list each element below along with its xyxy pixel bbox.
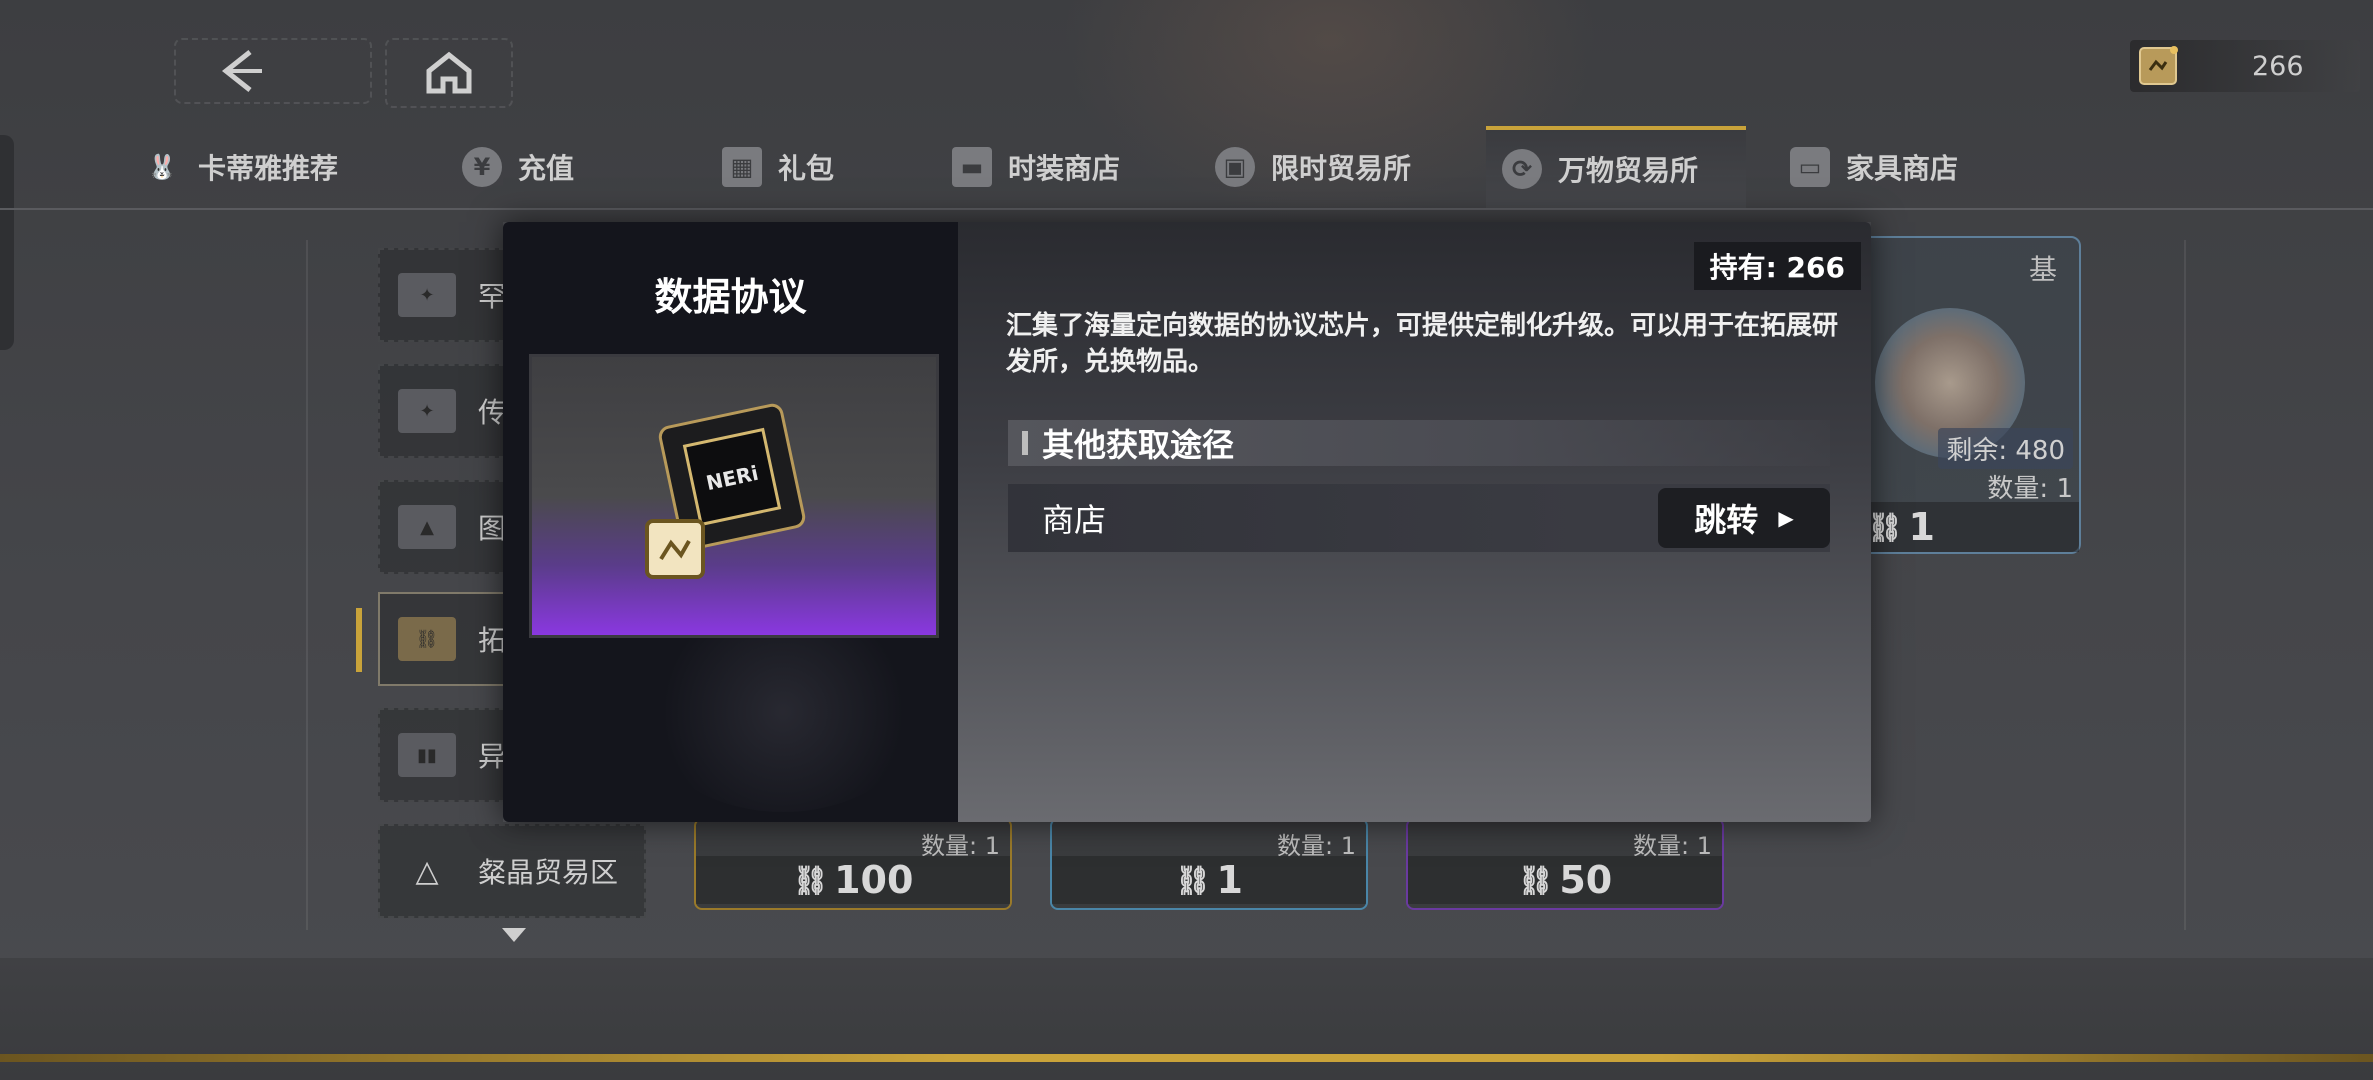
tab-label: 家具商店 [1846,152,1959,185]
item-image-frame: NERi [529,354,939,638]
card-remaining: 剩余: 480 [1938,428,2073,469]
section-bar [1022,431,1028,455]
tab-universal-trade[interactable]: ⟳ 万物贸易所 [1486,126,1746,208]
chip-currency-icon: ⛓ [1517,863,1554,897]
currency-value: 266 [2252,50,2304,82]
card-price-value: 1 [1216,858,1243,902]
owned-count: 持有: 266 [1693,242,1861,290]
modal-left-panel: 数据协议 NERi [503,222,958,822]
sofa-icon: ▭ [1790,147,1830,187]
grid-icon: ▣ [1215,147,1255,187]
card-price-value: 50 [1559,858,1613,902]
card-quantity: 数量: 1 [1987,474,2073,504]
card-price: ⛓ 1 [1052,856,1366,904]
tab-limited-trade[interactable]: ▣ 限时贸易所 [1215,126,1411,208]
shop-card[interactable]: 数量: 1 ⛓ 1 [1050,818,1368,910]
gift-icon: ▦ [722,147,762,187]
item-detail-modal: 数据协议 NERi 持有: 266 汇集了海量定向数据的协议芯片，可提供定制化升… [503,222,1871,822]
tab-label: 卡蒂雅推荐 [198,152,339,185]
chip-icon: ⛓ [398,617,456,661]
active-indicator [356,608,362,672]
back-button[interactable] [174,38,372,104]
chip-currency-icon: ⛓ [792,863,829,897]
shop-card-basic[interactable]: 基 剩余: 480 数量: 1 ⛓ 1 [1845,236,2081,554]
section-header: 其他获取途径 [1008,420,1830,466]
tab-furniture-shop[interactable]: ▭ 家具商店 [1790,126,1958,208]
picture-icon: ▲ [398,505,456,549]
bunny-icon: 🐰 [147,153,177,181]
tab-katya-recommend[interactable]: 🐰 卡蒂雅推荐 [142,126,338,208]
sidebar-item-label: 异 [478,740,507,773]
source-name: 商店 [1042,501,1107,539]
category-tabs: 🐰 卡蒂雅推荐 ¥ 充值 ▦ 礼包 ▬ 时装商店 ▣ 限时贸易所 ⟳ 万物贸易所… [0,126,2373,210]
card-icon: ▬ [952,147,992,187]
triangle-icon: △ [415,853,439,889]
tab-label: 万物贸易所 [1558,154,1699,187]
source-row-shop: 商店 跳转 ▶ [1008,484,1830,552]
exchange-icon: ⟳ [1502,149,1542,189]
home-icon [426,51,472,94]
jump-label: 跳转 [1694,501,1759,539]
card-price: ⛓ 100 [696,856,1010,904]
item-title: 数据协议 [654,275,807,319]
scroll-down-icon[interactable] [502,928,526,942]
ticket-icon: ✦ [398,273,456,317]
tab-fashion-shop[interactable]: ▬ 时装商店 [952,126,1120,208]
shop-card[interactable]: 数量: 1 ⛓ 100 [694,818,1012,910]
sidebar-item-crystal-trade[interactable]: △ 粲晶贸易区 [378,824,646,918]
tab-label: 限时贸易所 [1271,152,1412,185]
frame-line-left [306,240,308,930]
chip-currency-icon: ⛓ [1175,863,1211,897]
yen-icon: ¥ [462,147,502,187]
sidebar-item-label: 粲晶贸易区 [478,856,619,889]
tab-label: 礼包 [778,152,835,185]
bottom-bar [0,958,2373,1080]
decoration [643,612,923,812]
sidebar-item-label: 图 [478,512,507,545]
tab-recharge[interactable]: ¥ 充值 [462,126,574,208]
chip-currency-icon: ⛓ [1867,510,1903,544]
sidebar-item-label: 传 [478,396,507,429]
back-arrow-icon [221,50,262,92]
ticket-icon: ✦ [398,389,456,433]
chevron-right-icon: ▶ [1778,506,1794,530]
card-price: ⛓ 1 [1847,502,2079,552]
modal-right-panel: 持有: 266 汇集了海量定向数据的协议芯片，可提供定制化升级。可以用于在拓展研… [958,222,1871,822]
item-description: 汇集了海量定向数据的协议芯片，可提供定制化升级。可以用于在拓展研发所，兑换物品。 [1006,311,1839,377]
battery-icon: ▮▮ [398,733,456,777]
frame-line-right [2184,240,2186,930]
tab-label: 充值 [518,152,575,185]
data-protocol-chip-icon [2139,46,2178,85]
card-price-value: 100 [834,858,914,902]
sidebar-item-label: 罕 [478,280,507,313]
tab-gift-pack[interactable]: ▦ 礼包 [722,126,834,208]
shop-card[interactable]: 数量: 1 ⛓ 50 [1406,818,1724,910]
home-button[interactable] [385,38,513,108]
card-price: ⛓ 50 [1408,856,1722,904]
jump-button[interactable]: 跳转 ▶ [1658,488,1830,548]
card-price-value: 1 [1908,505,1935,549]
gold-divider [0,1054,2373,1062]
data-protocol-chip-image: NERi [645,403,806,579]
currency-display: 266 [2130,40,2360,92]
card-title: 基 [2028,253,2057,286]
section-title: 其他获取途径 [1042,426,1235,464]
sidebar-item-label: 拓 [478,624,507,657]
tab-label: 时装商店 [1008,152,1121,185]
